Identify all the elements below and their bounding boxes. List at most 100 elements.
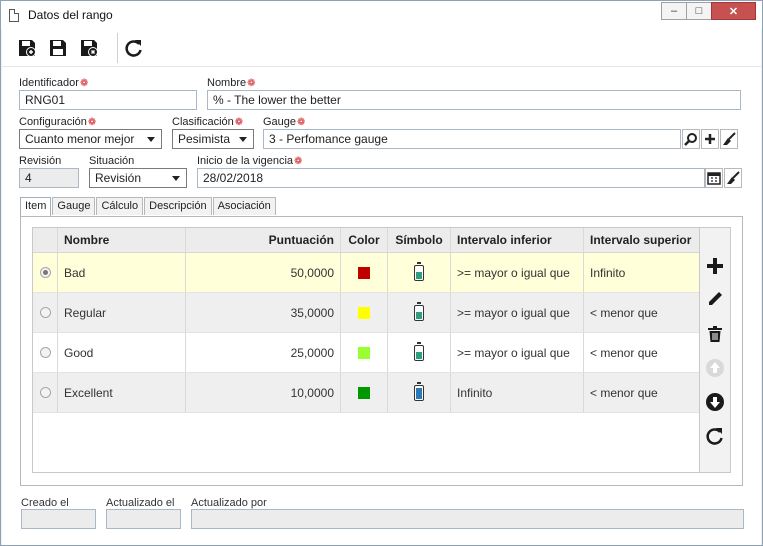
delete-row-button[interactable] bbox=[704, 323, 726, 345]
color-swatch bbox=[358, 386, 370, 399]
grid-header: Nombre Puntuación Color Símbolo Interval… bbox=[33, 228, 699, 253]
tab-item[interactable]: Item bbox=[20, 197, 52, 217]
row-radio bbox=[33, 373, 58, 412]
plus-icon bbox=[705, 134, 715, 144]
battery-icon bbox=[414, 261, 424, 281]
identificador-input[interactable]: RNG01 bbox=[19, 90, 197, 110]
row-superior: < menor que bbox=[590, 345, 658, 360]
date-clear-button[interactable] bbox=[724, 168, 742, 188]
actualizado-por-label: Actualizado por bbox=[191, 497, 267, 509]
minimize-button[interactable]: – bbox=[661, 2, 687, 20]
revision-label: Revisión bbox=[19, 155, 62, 167]
grid-actions bbox=[700, 227, 731, 473]
add-row-button[interactable] bbox=[704, 255, 726, 277]
battery-fill bbox=[416, 311, 422, 319]
table-row[interactable]: Bad 50,0000 >= mayor o igual que Infinito bbox=[33, 253, 699, 293]
refresh-icon bbox=[706, 428, 723, 445]
color-column-header[interactable]: Color bbox=[341, 228, 388, 252]
save-new-icon bbox=[19, 40, 36, 57]
save-close-icon bbox=[81, 40, 98, 57]
row-inferior: Infinito bbox=[451, 373, 584, 412]
clasificacion-select[interactable]: Pesimista bbox=[172, 129, 254, 149]
battery-fill bbox=[416, 387, 422, 399]
tab-descripcion[interactable]: Descripción bbox=[144, 197, 212, 215]
actualizado-label: Actualizado el bbox=[106, 497, 175, 509]
move-down-button[interactable] bbox=[704, 391, 726, 413]
chevron-down-icon bbox=[147, 137, 155, 142]
creado-label: Creado el bbox=[21, 497, 69, 509]
form-area: Identificador❁ RNG01 Nombre ❁ % - The low… bbox=[2, 67, 761, 545]
gauge-clear-button[interactable] bbox=[720, 129, 738, 149]
required-icon: ❁ bbox=[79, 78, 89, 89]
row-color bbox=[341, 253, 388, 292]
required-icon: ❁ bbox=[294, 156, 303, 167]
maximize-button[interactable]: □ bbox=[686, 2, 712, 20]
inferior-column-header[interactable]: Intervalo inferior bbox=[451, 228, 584, 252]
actualizado-por-input bbox=[191, 509, 744, 529]
table-row[interactable]: Good 25,0000 >= mayor o igual que < menor q… bbox=[33, 333, 699, 373]
inicio-input[interactable]: 28/02/2018 bbox=[197, 168, 705, 188]
row-puntuacion: 25,0000 bbox=[186, 333, 341, 372]
row-select-radio[interactable] bbox=[39, 347, 51, 358]
configuracion-select[interactable]: Cuanto menor mejor bbox=[19, 129, 162, 149]
nombre-input[interactable]: % - The lower the better bbox=[207, 90, 741, 110]
save-new-button[interactable] bbox=[16, 37, 38, 59]
table-row[interactable]: Excellent 10,0000 Infinito < menor que bbox=[33, 373, 699, 413]
calendar-icon bbox=[707, 172, 721, 185]
move-up-button[interactable] bbox=[704, 357, 726, 379]
row-select-radio[interactable] bbox=[39, 267, 51, 278]
broom-icon bbox=[723, 132, 736, 145]
gauge-label: Gauge❁ bbox=[263, 116, 306, 128]
calendar-button[interactable] bbox=[705, 168, 723, 188]
close-button[interactable]: ✕ bbox=[711, 2, 756, 20]
clasificacion-value: Pesimista bbox=[178, 132, 231, 146]
save-button[interactable] bbox=[47, 37, 69, 59]
required-icon: ❁ bbox=[234, 117, 244, 128]
gauge-search-button[interactable] bbox=[682, 129, 700, 149]
chevron-down-icon bbox=[172, 176, 180, 181]
row-inferior: >= mayor o igual que bbox=[451, 253, 584, 292]
row-select-radio[interactable] bbox=[39, 387, 51, 398]
save-close-button[interactable] bbox=[78, 37, 100, 59]
arrow-down-circle-icon bbox=[706, 393, 724, 411]
battery-icon bbox=[414, 341, 424, 361]
tab-gauge[interactable]: Gauge bbox=[52, 197, 96, 215]
item-tab-panel: Nombre Puntuación Color Símbolo Interval… bbox=[20, 216, 743, 486]
refresh-icon bbox=[125, 40, 142, 57]
identificador-label: Identificador❁ bbox=[19, 77, 89, 89]
simbolo-column-header[interactable]: Símbolo bbox=[388, 228, 451, 252]
tab-calculo[interactable]: Cálculo bbox=[96, 197, 144, 215]
toolbar bbox=[2, 29, 761, 67]
row-superior: Infinito bbox=[590, 265, 626, 280]
puntuacion-column-header[interactable]: Puntuación bbox=[186, 228, 341, 252]
pencil-icon bbox=[709, 292, 722, 305]
dialog-window: Datos del rango – □ ✕ Identificador❁ RNG… bbox=[0, 0, 763, 546]
actualizado-input bbox=[106, 509, 181, 529]
window-title: Datos del rango bbox=[28, 8, 113, 22]
tab-asociacion[interactable]: Asociación bbox=[212, 197, 276, 215]
color-swatch bbox=[358, 306, 370, 319]
table-row[interactable]: Regular 35,0000 >= mayor o igual que < meno… bbox=[33, 293, 699, 333]
refresh-grid-button[interactable] bbox=[704, 425, 726, 447]
row-radio bbox=[33, 253, 58, 292]
window-controls: – □ ✕ bbox=[661, 2, 756, 20]
situacion-label: Situación bbox=[89, 155, 135, 167]
configuracion-label: Configuración❁ bbox=[19, 116, 97, 128]
row-color bbox=[341, 373, 388, 412]
row-simbolo bbox=[388, 293, 451, 332]
situacion-select[interactable]: Revisión bbox=[89, 168, 187, 188]
clasificacion-label: Clasificación❁ bbox=[172, 116, 244, 128]
nombre-column-header[interactable]: Nombre bbox=[58, 228, 186, 252]
refresh-button[interactable] bbox=[123, 37, 145, 59]
edit-row-button[interactable] bbox=[704, 288, 726, 310]
superior-column-header[interactable]: Intervalo superior bbox=[584, 228, 699, 252]
arrow-up-circle-icon bbox=[706, 359, 724, 377]
toolbar-separator bbox=[117, 33, 118, 63]
battery-icon bbox=[414, 381, 424, 401]
required-icon: ❁ bbox=[297, 117, 306, 128]
color-swatch bbox=[358, 266, 370, 279]
row-select-radio[interactable] bbox=[39, 307, 51, 318]
row-nombre: Excellent bbox=[58, 373, 186, 412]
gauge-input[interactable]: 3 - Perfomance gauge bbox=[263, 129, 681, 149]
gauge-add-button[interactable] bbox=[701, 129, 719, 149]
